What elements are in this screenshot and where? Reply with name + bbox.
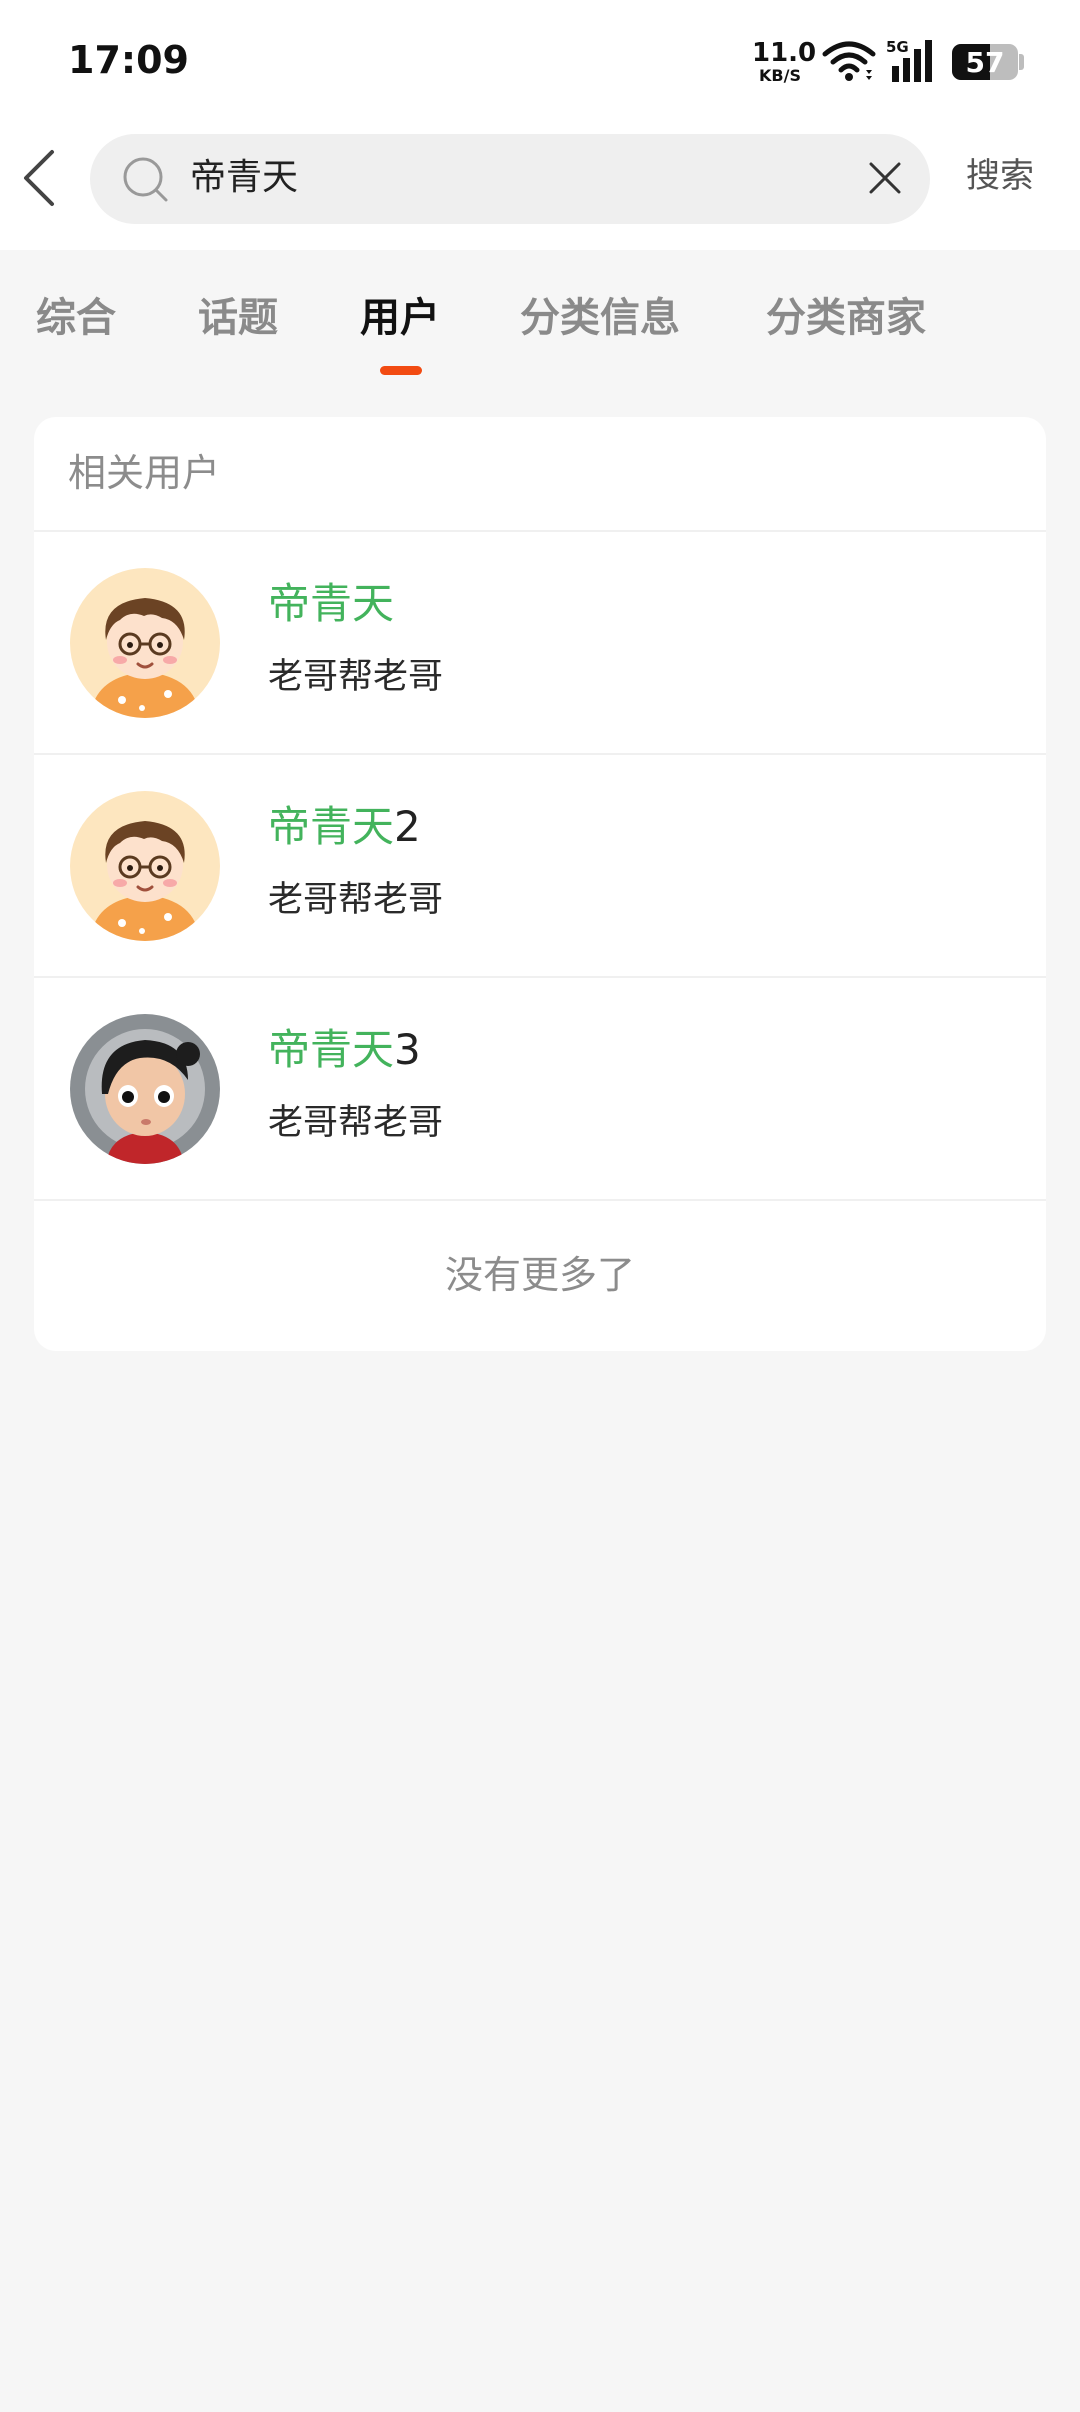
avatar[interactable]	[70, 1014, 220, 1164]
search-input[interactable]: 帝青天	[90, 134, 930, 224]
back-button[interactable]	[18, 146, 62, 210]
network-speed-unit: KB/S	[759, 66, 801, 85]
user-name[interactable]: 帝青天	[268, 576, 394, 632]
no-more-text: 没有更多了	[444, 1253, 635, 1297]
battery-tip	[1019, 54, 1024, 70]
result-tabs: 综合 话题 用户 分类信息 分类商家	[0, 250, 1080, 400]
tab-users[interactable]: 用户	[360, 290, 440, 346]
search-icon	[123, 157, 168, 202]
status-time: 17:09	[68, 38, 189, 82]
top-area: 17:09 11.0 KB/S 5G 57 帝青天 搜索	[0, 0, 1080, 250]
active-tab-indicator	[380, 366, 422, 375]
user-name-highlight: 帝青天	[268, 802, 395, 851]
signal-5g-icon: 5G	[886, 38, 932, 82]
user-list-item[interactable]: 帝青天 老哥帮老哥	[34, 532, 1046, 755]
user-name[interactable]: 帝青天2	[268, 799, 421, 855]
user-list-item[interactable]: 帝青天2 老哥帮老哥	[34, 755, 1046, 978]
user-name-suffix: 3	[394, 1025, 421, 1074]
user-name-highlight: 帝青天	[268, 579, 395, 628]
network-type-label: 5G	[886, 38, 909, 56]
list-end-notice: 没有更多了	[34, 1201, 1046, 1349]
section-header: 相关用户	[34, 417, 1046, 532]
user-name-highlight: 帝青天	[268, 1025, 395, 1074]
tab-topics[interactable]: 话题	[198, 290, 278, 346]
search-query-text[interactable]: 帝青天	[190, 156, 298, 200]
section-title: 相关用户	[68, 451, 221, 495]
related-users-card: 相关用户 帝青天 老哥帮老哥 帝青天2 老哥帮老哥 帝青天3 老哥帮老哥 没有更…	[34, 417, 1046, 1351]
user-description: 老哥帮老哥	[268, 880, 444, 920]
tab-comprehensive[interactable]: 综合	[36, 290, 116, 346]
network-speed: 11.0 KB/S	[752, 38, 817, 85]
search-button[interactable]: 搜索	[966, 154, 1034, 198]
battery-icon: 57	[952, 44, 1018, 80]
user-description: 老哥帮老哥	[268, 1103, 444, 1143]
avatar[interactable]	[70, 568, 220, 718]
wifi-icon	[822, 41, 876, 81]
user-name-suffix: 2	[394, 802, 421, 851]
network-speed-value: 11.0	[752, 38, 817, 68]
tab-classified-merchants[interactable]: 分类商家	[766, 290, 926, 346]
user-list-item[interactable]: 帝青天3 老哥帮老哥	[34, 978, 1046, 1201]
user-name[interactable]: 帝青天3	[268, 1022, 421, 1078]
user-description: 老哥帮老哥	[268, 657, 444, 697]
clear-icon[interactable]	[866, 159, 904, 197]
tab-classified-info[interactable]: 分类信息	[520, 290, 680, 346]
avatar[interactable]	[70, 791, 220, 941]
battery-level: 57	[965, 46, 1005, 79]
status-bar: 17:09 11.0 KB/S 5G 57	[0, 0, 1080, 122]
